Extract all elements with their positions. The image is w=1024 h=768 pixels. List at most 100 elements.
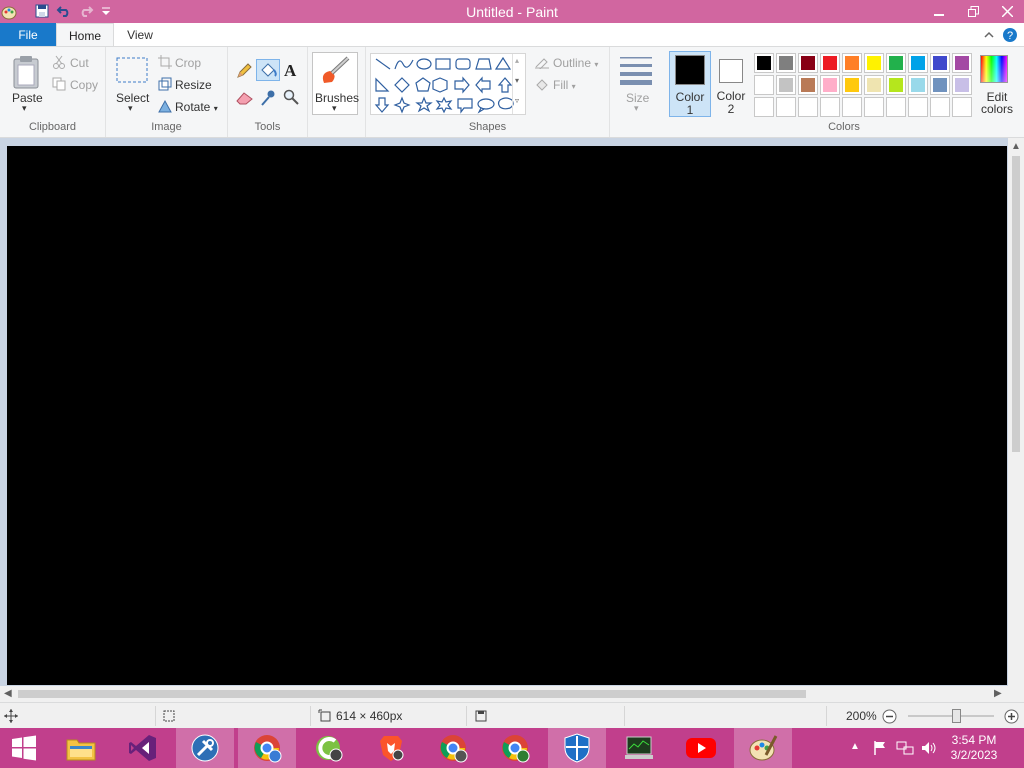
close-button[interactable] xyxy=(990,0,1024,23)
palette-swatch[interactable] xyxy=(820,75,840,95)
outline-button[interactable]: Outline ▾ xyxy=(553,56,598,70)
shapes-scroll-down-icon[interactable]: ▾ xyxy=(515,76,519,85)
size-dropdown-icon[interactable]: ▾ xyxy=(634,103,639,114)
shapes-gallery[interactable] xyxy=(370,53,526,115)
text-tool-icon[interactable]: A xyxy=(284,61,296,81)
tab-home[interactable]: Home xyxy=(56,23,114,47)
brushes-button[interactable]: Brushes ▾ xyxy=(312,52,359,115)
color1-button[interactable]: Color 1 xyxy=(669,51,711,117)
visual-studio-icon[interactable] xyxy=(114,728,172,768)
palette-swatch[interactable] xyxy=(886,53,906,73)
horizontal-scrollbar[interactable]: ◀ ▶ xyxy=(0,686,1024,702)
window-title: Untitled - Paint xyxy=(466,4,558,20)
palette-swatch[interactable] xyxy=(930,75,950,95)
custom-color-slot[interactable] xyxy=(864,97,884,117)
paint-taskbar-icon[interactable] xyxy=(734,728,792,768)
rotate-button[interactable]: Rotate ▾ xyxy=(175,100,218,114)
cut-button[interactable]: Cut xyxy=(70,56,89,70)
custom-color-slot[interactable] xyxy=(798,97,818,117)
chrome-profile-1-icon[interactable] xyxy=(238,728,296,768)
palette-swatch[interactable] xyxy=(908,53,928,73)
shapes-scroll-up-icon[interactable]: ▴ xyxy=(515,56,519,65)
action-center-flag-icon[interactable] xyxy=(872,740,888,759)
help-icon[interactable]: ? xyxy=(1002,27,1018,43)
tab-file[interactable]: File xyxy=(0,23,56,47)
network-icon[interactable] xyxy=(896,740,914,759)
fill-with-color-icon[interactable] xyxy=(256,59,280,81)
palette-swatch[interactable] xyxy=(798,53,818,73)
zoom-out-icon[interactable] xyxy=(882,709,897,727)
shapes-scroll[interactable]: ▴ ▾ ▿ xyxy=(512,54,525,114)
zoom-slider-thumb[interactable] xyxy=(952,709,961,723)
palette-swatch[interactable] xyxy=(952,53,972,73)
show-hidden-icons-icon[interactable]: ▲ xyxy=(850,741,860,752)
youtube-icon[interactable] xyxy=(672,728,730,768)
palette-swatch[interactable] xyxy=(842,53,862,73)
horizontal-scroll-thumb[interactable] xyxy=(18,690,806,698)
palette-swatch[interactable] xyxy=(820,53,840,73)
brave-browser-icon[interactable] xyxy=(362,728,420,768)
taskbar-clock[interactable]: 3:54 PM 3/2/2023 xyxy=(944,733,1004,763)
chrome-profile-2-icon[interactable] xyxy=(424,728,482,768)
vertical-scroll-thumb[interactable] xyxy=(1012,156,1020,452)
magnifier-icon[interactable] xyxy=(283,89,299,108)
volume-icon[interactable] xyxy=(920,740,938,759)
zoom-in-icon[interactable] xyxy=(1004,709,1019,727)
tools-app-icon[interactable] xyxy=(176,728,234,768)
palette-swatch[interactable] xyxy=(864,53,884,73)
collapse-ribbon-icon[interactable] xyxy=(982,28,996,42)
scroll-left-icon[interactable]: ◀ xyxy=(4,688,12,699)
custom-color-slot[interactable] xyxy=(776,97,796,117)
edit-colors-button[interactable]: Edit colors xyxy=(978,51,1018,117)
drawing-canvas[interactable] xyxy=(7,146,1007,685)
palette-swatch-fill xyxy=(867,56,881,70)
cccleaner-icon[interactable] xyxy=(300,728,358,768)
paste-dropdown-icon[interactable]: ▾ xyxy=(22,103,27,114)
palette-swatch[interactable] xyxy=(864,75,884,95)
palette-swatch[interactable] xyxy=(908,75,928,95)
eraser-icon[interactable] xyxy=(236,91,254,108)
palette-swatch[interactable] xyxy=(952,75,972,95)
custom-color-slot[interactable] xyxy=(842,97,862,117)
palette-swatch[interactable] xyxy=(754,53,774,73)
size-lines-icon[interactable] xyxy=(620,57,652,88)
paste-icon[interactable] xyxy=(12,55,40,92)
palette-swatch[interactable] xyxy=(754,75,774,95)
custom-color-slot[interactable] xyxy=(754,97,774,117)
chrome-profile-3-icon[interactable] xyxy=(486,728,544,768)
resize-button[interactable]: Resize xyxy=(175,78,212,92)
color2-button[interactable]: Color 2 xyxy=(714,51,748,117)
windows-defender-icon[interactable] xyxy=(548,728,606,768)
custom-color-slot[interactable] xyxy=(952,97,972,117)
scroll-up-icon[interactable]: ▲ xyxy=(1011,141,1021,152)
file-explorer-icon[interactable] xyxy=(52,728,110,768)
zoom-slider[interactable] xyxy=(908,709,994,723)
custom-color-slot[interactable] xyxy=(820,97,840,117)
minimize-button[interactable] xyxy=(922,0,956,23)
custom-color-slot[interactable] xyxy=(886,97,906,117)
palette-swatch[interactable] xyxy=(930,53,950,73)
system-monitor-icon[interactable] xyxy=(610,728,668,768)
custom-color-slot[interactable] xyxy=(908,97,928,117)
palette-swatch[interactable] xyxy=(776,75,796,95)
tab-view[interactable]: View xyxy=(114,23,166,47)
start-button[interactable] xyxy=(0,728,48,768)
custom-color-slot[interactable] xyxy=(930,97,950,117)
restore-button[interactable] xyxy=(956,0,990,23)
fill-button[interactable]: Fill ▾ xyxy=(553,78,576,92)
color-picker-icon[interactable] xyxy=(260,89,276,110)
palette-swatch[interactable] xyxy=(842,75,862,95)
palette-swatch[interactable] xyxy=(798,75,818,95)
shapes-expand-icon[interactable]: ▿ xyxy=(515,96,519,105)
paste-button[interactable]: Paste xyxy=(12,91,43,105)
vertical-scrollbar[interactable]: ▲ xyxy=(1008,138,1024,686)
palette-swatch-fill xyxy=(889,56,903,70)
palette-swatch[interactable] xyxy=(886,75,906,95)
pencil-icon[interactable] xyxy=(236,63,252,82)
palette-swatch[interactable] xyxy=(776,53,796,73)
select-dropdown-icon[interactable]: ▾ xyxy=(128,103,133,114)
select-icon[interactable] xyxy=(116,57,148,86)
scroll-right-icon[interactable]: ▶ xyxy=(994,688,1002,699)
crop-button[interactable]: Crop xyxy=(175,56,201,70)
copy-button[interactable]: Copy xyxy=(70,78,98,92)
